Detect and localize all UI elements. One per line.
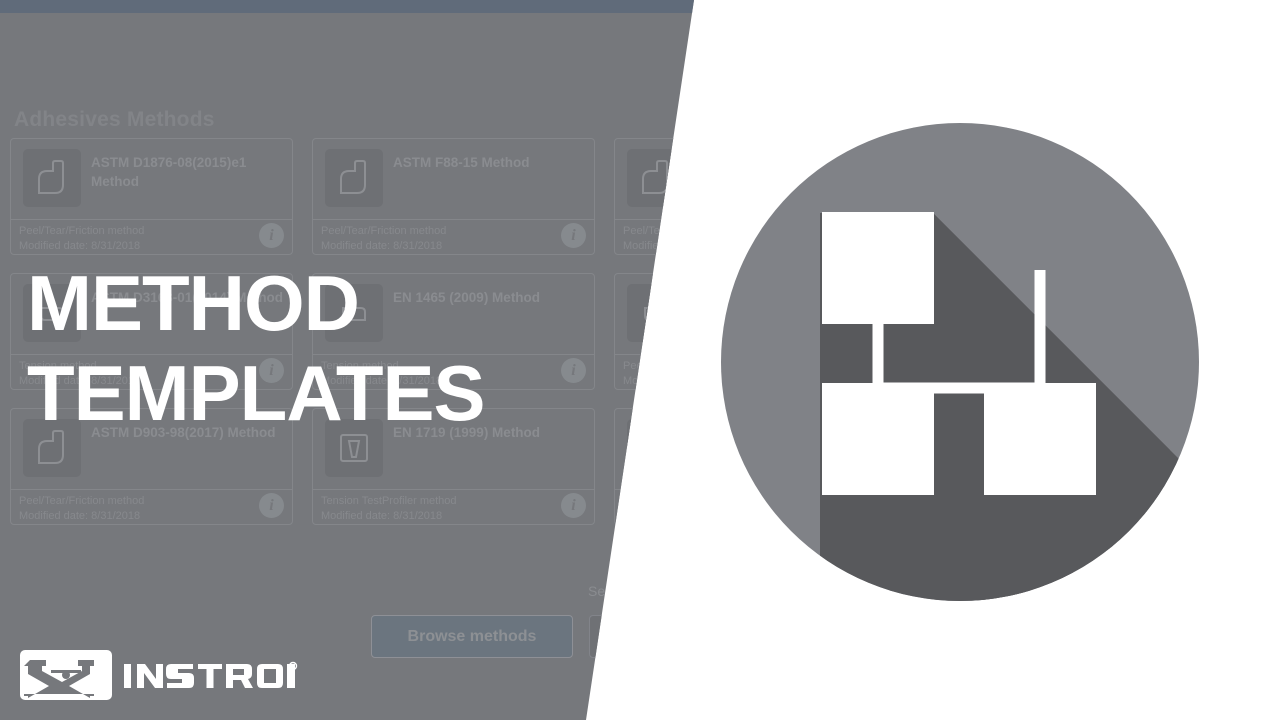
method-type: Peel/Tear/Friction method	[19, 495, 145, 507]
screenshot-stage: Adhesives Methods ASTM D1876-08(2015)e1 …	[0, 0, 1280, 720]
method-type: Tension TestProfiler method	[321, 495, 457, 507]
method-card-meta: Peel/Tear/Friction method Modified date:…	[623, 359, 700, 389]
hierarchy-box-bottom-right	[984, 383, 1096, 495]
peel-hook-icon	[627, 149, 685, 207]
modified-date: Modified date: 8/31/2018	[321, 240, 443, 252]
method-card-footer: i	[615, 490, 694, 525]
hierarchy-box-top	[822, 212, 934, 324]
method-card-title: ASTM F88-15 Method	[393, 155, 530, 170]
method-type: Peel/Tear/Friction method	[623, 225, 700, 237]
lap-shear-icon	[627, 284, 685, 342]
method-card-meta: Peel/Tear/Friction method Modified date:…	[19, 494, 144, 524]
peel-hook-icon	[325, 149, 383, 207]
overlay-line-2: TEMPLATES	[27, 349, 486, 437]
peel-hook-icon	[627, 419, 685, 477]
method-card[interactable]: ASTM D1876-08(2015)e1 Method Peel/Tear/F…	[10, 138, 293, 255]
info-icon[interactable]: i	[561, 223, 586, 248]
modified-date: Modified date: 8/31/2018	[19, 240, 141, 252]
overlay-title: METHOD TEMPLATES	[27, 258, 486, 438]
footer-label: Se	[588, 583, 606, 599]
peel-hook-icon	[23, 149, 81, 207]
overlay-line-1: METHOD	[27, 259, 360, 347]
method-card-footer: Peel/Tear/Friction method Modified date:…	[313, 220, 594, 255]
modified-date: Modified date: 8/31/2018	[623, 240, 700, 252]
card-divider	[615, 489, 694, 490]
method-type: Peel/Tear/Friction method	[19, 225, 145, 237]
window-titlebar	[0, 0, 694, 13]
method-card-header: ASTM F88-15 Method	[313, 139, 594, 219]
method-card-header	[615, 409, 694, 489]
modified-date: Modified date: 8/31/2018	[321, 510, 443, 522]
method-type: Peel/Tear/Friction method	[623, 360, 700, 372]
method-card-footer: Peel/Tear/Friction method Modified date:…	[615, 220, 700, 255]
method-card[interactable]: EN Peel/Tear/Friction method Modified da…	[614, 273, 700, 390]
method-card-header: ASTM D1876-08(2015)e1 Method	[11, 139, 292, 219]
info-icon[interactable]: i	[259, 223, 284, 248]
method-card-header: EN	[615, 274, 694, 354]
method-card[interactable]: ASTM F88-15 Method Peel/Tear/Friction me…	[312, 138, 595, 255]
info-icon[interactable]: i	[561, 358, 586, 383]
page-title: Adhesives Methods	[14, 108, 215, 131]
method-card-footer: Peel/Tear/Friction method Modified date:…	[615, 355, 700, 390]
method-card-title: ASTM D1876-08(2015)e1 Method	[91, 155, 247, 189]
method-templates-hierarchy-icon	[700, 100, 1220, 620]
method-card-footer: Tension TestProfiler method Modified dat…	[313, 490, 594, 525]
method-type: Peel/Tear/Friction method	[321, 225, 447, 237]
method-card-meta: Peel/Tear/Friction method Modified date:…	[321, 224, 446, 254]
method-card[interactable]: i	[614, 408, 694, 525]
method-card-meta: Peel/Tear/Friction method Modified date:…	[623, 224, 700, 254]
method-card-footer: Peel/Tear/Friction method Modified date:…	[11, 490, 292, 525]
modified-date: Modified date: 8/31/2018	[623, 375, 700, 387]
method-card-footer: Peel/Tear/Friction method Modified date:…	[11, 220, 292, 255]
info-icon[interactable]: i	[259, 493, 284, 518]
method-card[interactable]: ASTM Peel/Tear/Friction method Modified …	[614, 138, 700, 255]
method-card-header: ASTM	[615, 139, 694, 219]
modified-date: Modified date: 8/31/2018	[19, 510, 141, 522]
browse-methods-button[interactable]: Browse methods	[371, 615, 573, 658]
method-card-meta: Tension TestProfiler method Modified dat…	[321, 494, 457, 524]
info-icon[interactable]: i	[561, 493, 586, 518]
method-card-meta: Peel/Tear/Friction method Modified date:…	[19, 224, 144, 254]
secondary-button[interactable]	[589, 615, 694, 658]
instron-logo	[20, 648, 300, 702]
hierarchy-box-bottom-left	[822, 383, 934, 495]
